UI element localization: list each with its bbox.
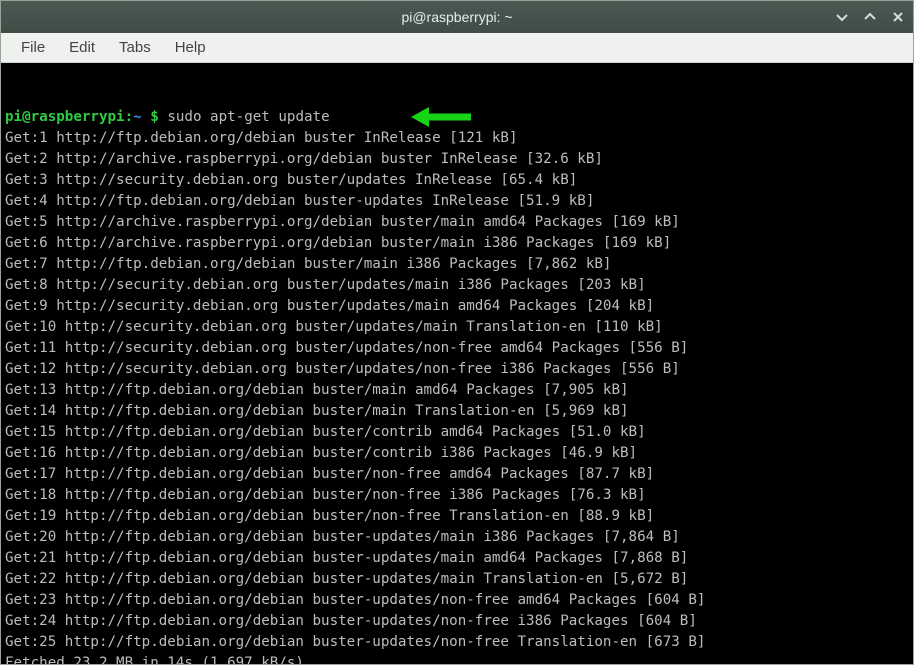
output-line: Get:2 http://archive.raspberrypi.org/deb… xyxy=(5,151,603,167)
output-line: Get:3 http://security.debian.org buster/… xyxy=(5,172,577,188)
annotation-arrow-icon xyxy=(411,65,471,169)
close-button[interactable] xyxy=(889,8,907,26)
output-line: Get:10 http://security.debian.org buster… xyxy=(5,319,663,335)
terminal-viewport[interactable]: pi@raspberrypi:~ $ sudo apt-get update G… xyxy=(1,63,913,664)
output-line: Get:24 http://ftp.debian.org/debian bust… xyxy=(5,613,697,629)
output-line: Fetched 23.2 MB in 14s (1,697 kB/s) xyxy=(5,655,304,664)
output-line: Get:9 http://security.debian.org buster/… xyxy=(5,298,654,314)
menubar: File Edit Tabs Help xyxy=(1,33,913,63)
output-line: Get:21 http://ftp.debian.org/debian bust… xyxy=(5,550,688,566)
prompt-colon: : xyxy=(125,109,134,125)
menu-file[interactable]: File xyxy=(11,36,55,59)
prompt-user-host: pi@raspberrypi xyxy=(5,109,125,125)
output-line: Get:25 http://ftp.debian.org/debian bust… xyxy=(5,634,705,650)
output-line: Get:14 http://ftp.debian.org/debian bust… xyxy=(5,403,629,419)
output-line: Get:19 http://ftp.debian.org/debian bust… xyxy=(5,508,654,524)
output-line: Get:12 http://security.debian.org buster… xyxy=(5,361,680,377)
output-line: Get:6 http://archive.raspberrypi.org/deb… xyxy=(5,235,671,251)
menu-edit[interactable]: Edit xyxy=(59,36,105,59)
output-line: Get:23 http://ftp.debian.org/debian bust… xyxy=(5,592,705,608)
output-line: Get:16 http://ftp.debian.org/debian bust… xyxy=(5,445,637,461)
terminal-window: pi@raspberrypi: ~ File Edit Tabs Help pi… xyxy=(0,0,914,665)
menu-tabs[interactable]: Tabs xyxy=(109,36,161,59)
output-line: Get:8 http://security.debian.org buster/… xyxy=(5,277,646,293)
output-line: Get:7 http://ftp.debian.org/debian buste… xyxy=(5,256,611,272)
maximize-button[interactable] xyxy=(861,8,879,26)
menu-help[interactable]: Help xyxy=(165,36,216,59)
output-line: Get:5 http://archive.raspberrypi.org/deb… xyxy=(5,214,680,230)
command-text: sudo apt-get update xyxy=(167,109,329,125)
output-line: Get:4 http://ftp.debian.org/debian buste… xyxy=(5,193,594,209)
output-line: Get:15 http://ftp.debian.org/debian bust… xyxy=(5,424,646,440)
prompt-path: ~ xyxy=(133,109,142,125)
output-line: Get:11 http://security.debian.org buster… xyxy=(5,340,688,356)
output-line: Get:22 http://ftp.debian.org/debian bust… xyxy=(5,571,688,587)
output-line: Get:17 http://ftp.debian.org/debian bust… xyxy=(5,466,654,482)
minimize-button[interactable] xyxy=(833,8,851,26)
window-titlebar[interactable]: pi@raspberrypi: ~ xyxy=(1,1,913,33)
prompt-dollar: $ xyxy=(150,109,159,125)
window-controls xyxy=(833,8,907,26)
output-line: Get:18 http://ftp.debian.org/debian bust… xyxy=(5,487,646,503)
output-line: Get:13 http://ftp.debian.org/debian bust… xyxy=(5,382,629,398)
window-title: pi@raspberrypi: ~ xyxy=(401,9,512,25)
output-line: Get:20 http://ftp.debian.org/debian bust… xyxy=(5,529,680,545)
